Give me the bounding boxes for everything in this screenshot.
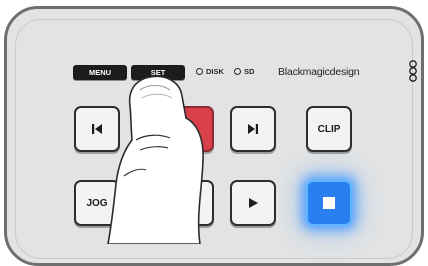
disk-indicator: DISK	[196, 67, 224, 76]
disk-label: DISK	[206, 67, 224, 76]
jog-button[interactable]: JOG	[74, 180, 120, 226]
sd-led-icon	[234, 68, 241, 75]
previous-button[interactable]	[74, 106, 120, 152]
set-button[interactable]: SET	[131, 65, 185, 80]
shuttle-button[interactable]	[168, 180, 214, 226]
stop-button[interactable]	[306, 180, 352, 226]
record-button[interactable]	[168, 106, 214, 152]
stop-icon	[323, 197, 335, 209]
disk-led-icon	[196, 68, 203, 75]
play-button[interactable]	[230, 180, 276, 226]
next-button[interactable]	[230, 106, 276, 152]
device-front-panel	[4, 6, 424, 266]
menu-button[interactable]: MENU	[73, 65, 127, 80]
blackmagic-logo-icon	[409, 60, 417, 82]
play-icon	[249, 198, 258, 208]
skip-previous-icon	[92, 124, 102, 134]
skip-next-icon	[248, 124, 258, 134]
sd-indicator: SD	[234, 67, 254, 76]
sd-label: SD	[244, 67, 255, 76]
clip-button[interactable]: CLIP	[306, 106, 352, 152]
brand-name: Blackmagicdesign	[278, 66, 360, 78]
